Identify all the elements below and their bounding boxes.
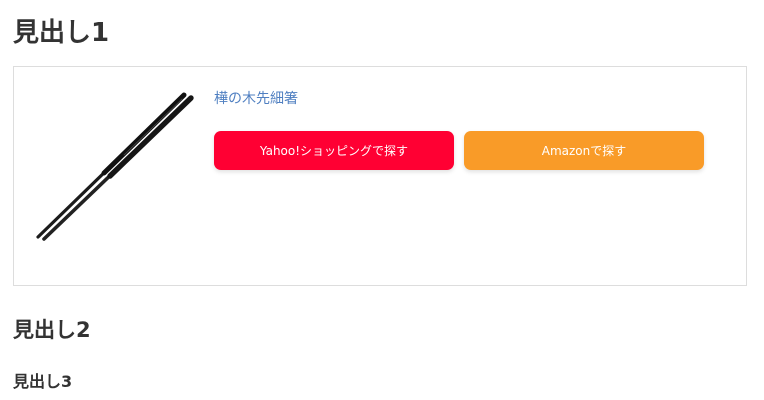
product-title-link[interactable]: 樺の木先細箸 <box>214 89 298 109</box>
heading-1: 見出し1 <box>13 18 110 48</box>
heading-3: 見出し3 <box>13 372 73 391</box>
heading-2: 見出し2 <box>13 318 91 342</box>
yahoo-shopping-button[interactable]: Yahoo!ショッピングで探す <box>214 131 454 170</box>
page: 見出し1 樺の木先細箸 Yahoo!ショッピングで探す Amazonで探す 見出… <box>0 0 764 400</box>
chopsticks-image[interactable] <box>34 89 204 249</box>
amazon-button[interactable]: Amazonで探す <box>464 131 704 170</box>
product-card: 樺の木先細箸 Yahoo!ショッピングで探す Amazonで探す <box>13 66 747 286</box>
